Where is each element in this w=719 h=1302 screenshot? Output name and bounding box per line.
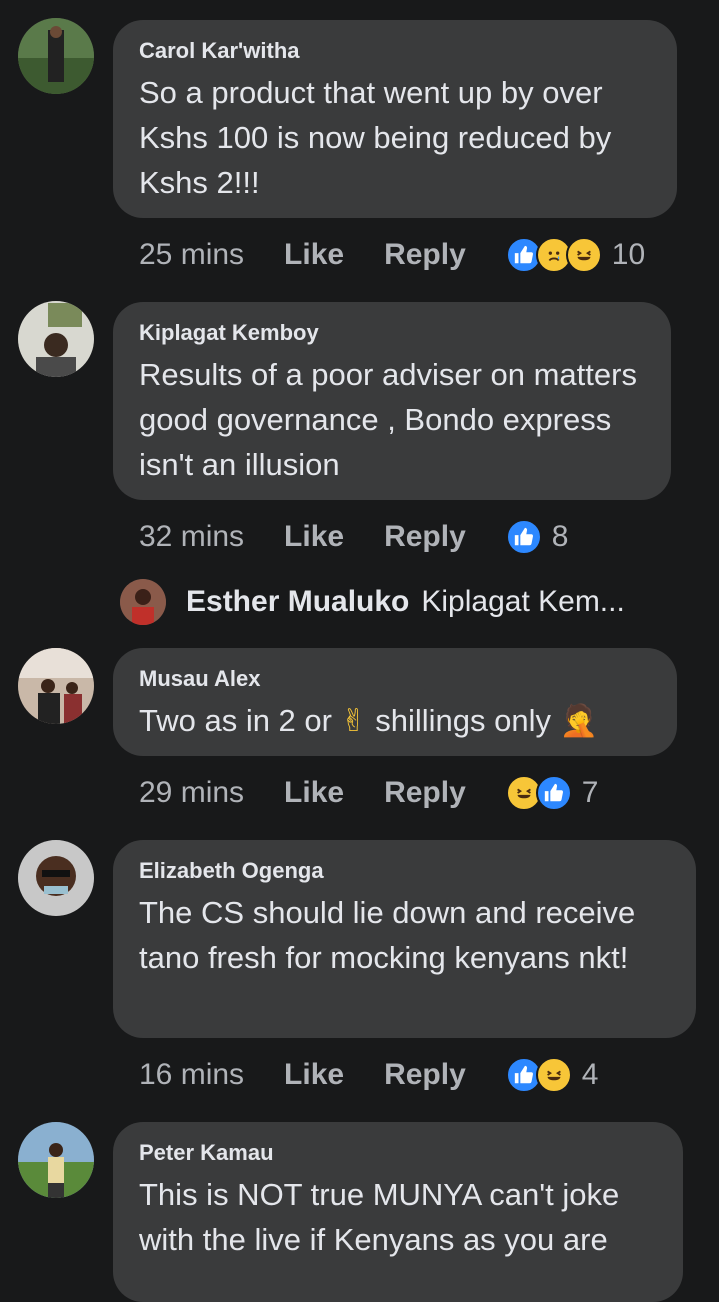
comment-actions: 32 mins Like Reply 8 [139, 517, 568, 557]
comment-author[interactable]: Peter Kamau [139, 1140, 657, 1166]
comment-author[interactable]: Carol Kar'witha [139, 38, 651, 64]
reactions[interactable] [505, 1057, 572, 1093]
comment-author[interactable]: Musau Alex [139, 666, 651, 692]
like-reaction-icon [505, 519, 542, 555]
comment-text-part: shillings only [375, 703, 551, 738]
reply-button[interactable]: Reply [384, 1058, 466, 1092]
facepalm-emoji: 🤦 [559, 703, 599, 739]
comment-text: Two as in 2 or ✌ shillings only 🤦 [139, 698, 651, 744]
comment-author[interactable]: Kiplagat Kemboy [139, 320, 645, 346]
victory-hand-emoji: ✌ [340, 703, 367, 739]
reply-button[interactable]: Reply [384, 776, 466, 810]
haha-reaction-icon [565, 237, 602, 273]
reactions[interactable] [505, 519, 542, 555]
reaction-count[interactable]: 4 [582, 1058, 599, 1092]
comment-time[interactable]: 16 mins [139, 1058, 244, 1092]
like-reaction-icon [535, 775, 572, 811]
reply-preview[interactable]: Esther Mualuko Kiplagat Kem... [120, 577, 625, 627]
comment-actions: 16 mins Like Reply 4 [139, 1055, 598, 1095]
reply-button[interactable]: Reply [384, 238, 466, 272]
avatar[interactable] [18, 1122, 94, 1198]
reply-snippet: Kiplagat Kem... [421, 585, 625, 618]
reactions[interactable] [505, 237, 602, 273]
reaction-count[interactable]: 7 [582, 776, 599, 810]
comment-bubble: Peter Kamau This is NOT true MUNYA can't… [113, 1122, 683, 1302]
like-button[interactable]: Like [284, 520, 344, 554]
avatar[interactable] [18, 18, 94, 94]
comment-time[interactable]: 29 mins [139, 776, 244, 810]
comment-actions: 25 mins Like Reply 10 [139, 235, 645, 275]
comment-text: The CS should lie down and receive tano … [139, 895, 636, 975]
reply-button[interactable]: Reply [384, 520, 466, 554]
reactions[interactable] [505, 775, 572, 811]
comment-text-part: Two as in 2 or [139, 703, 332, 738]
avatar[interactable] [18, 648, 94, 724]
comment-bubble: Elizabeth Ogenga The CS should lie down … [113, 840, 696, 1038]
comment-text: This is NOT true MUNYA can't joke with t… [139, 1177, 620, 1257]
comment-time[interactable]: 32 mins [139, 520, 244, 554]
comment-time[interactable]: 25 mins [139, 238, 244, 272]
reaction-count[interactable]: 10 [612, 238, 645, 272]
comment-author[interactable]: Elizabeth Ogenga [139, 858, 670, 884]
comment-text: So a product that went up by over Kshs 1… [139, 75, 612, 200]
comment-text: Results of a poor adviser on matters goo… [139, 357, 637, 482]
comment-bubble: Kiplagat Kemboy Results of a poor advise… [113, 302, 671, 500]
reply-avatar[interactable] [120, 579, 166, 625]
avatar[interactable] [18, 840, 94, 916]
comment-actions: 29 mins Like Reply 7 [139, 773, 598, 813]
haha-reaction-icon [535, 1057, 572, 1093]
avatar[interactable] [18, 301, 94, 377]
comment-bubble: Musau Alex Two as in 2 or ✌ shillings on… [113, 648, 677, 756]
reply-author[interactable]: Esther Mualuko [186, 585, 409, 619]
reaction-count[interactable]: 8 [552, 520, 569, 554]
like-button[interactable]: Like [284, 1058, 344, 1092]
like-button[interactable]: Like [284, 238, 344, 272]
like-button[interactable]: Like [284, 776, 344, 810]
comment-bubble: Carol Kar'witha So a product that went u… [113, 20, 677, 218]
